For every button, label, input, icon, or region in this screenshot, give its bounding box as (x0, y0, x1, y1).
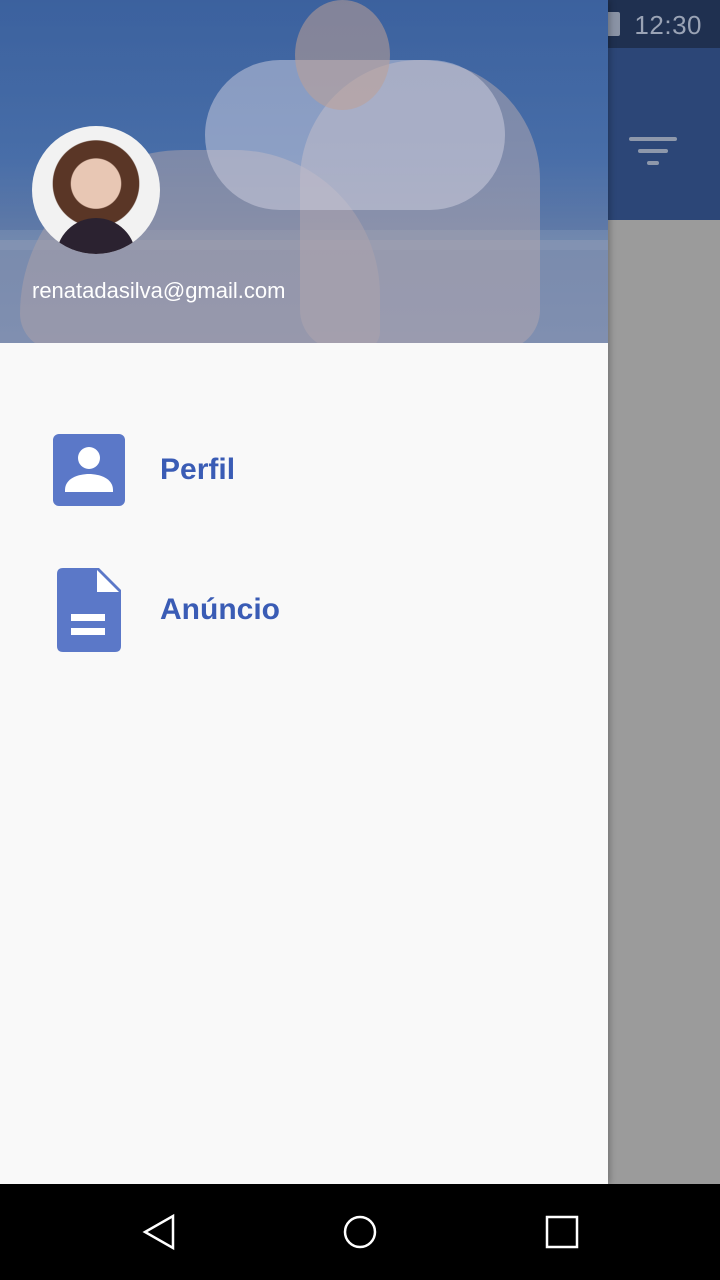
back-icon[interactable] (100, 1184, 220, 1280)
user-email: renatadasilva@gmail.com (32, 278, 286, 303)
home-icon[interactable] (300, 1184, 420, 1280)
drawer-item-perfil[interactable]: Perfil (0, 400, 608, 540)
document-icon (57, 568, 121, 652)
avatar[interactable] (32, 126, 160, 254)
filter-icon[interactable] (620, 126, 686, 176)
drawer-header: renatadasilva@gmail.com (0, 0, 608, 343)
system-nav-bar (0, 1184, 720, 1280)
drawer-menu: Perfil Anúncio (0, 400, 608, 680)
drawer-item-label: Perfil (160, 453, 236, 486)
account-box-icon (53, 434, 125, 506)
battery-icon (606, 12, 620, 36)
drawer-item-label: Anúncio (160, 593, 280, 626)
status-time: 12:30 (634, 10, 702, 40)
drawer-item-anuncio[interactable]: Anúncio (0, 540, 608, 680)
recents-icon[interactable] (502, 1184, 622, 1280)
navigation-drawer: renatadasilva@gmail.com Perfil Anúncio (0, 0, 608, 1184)
